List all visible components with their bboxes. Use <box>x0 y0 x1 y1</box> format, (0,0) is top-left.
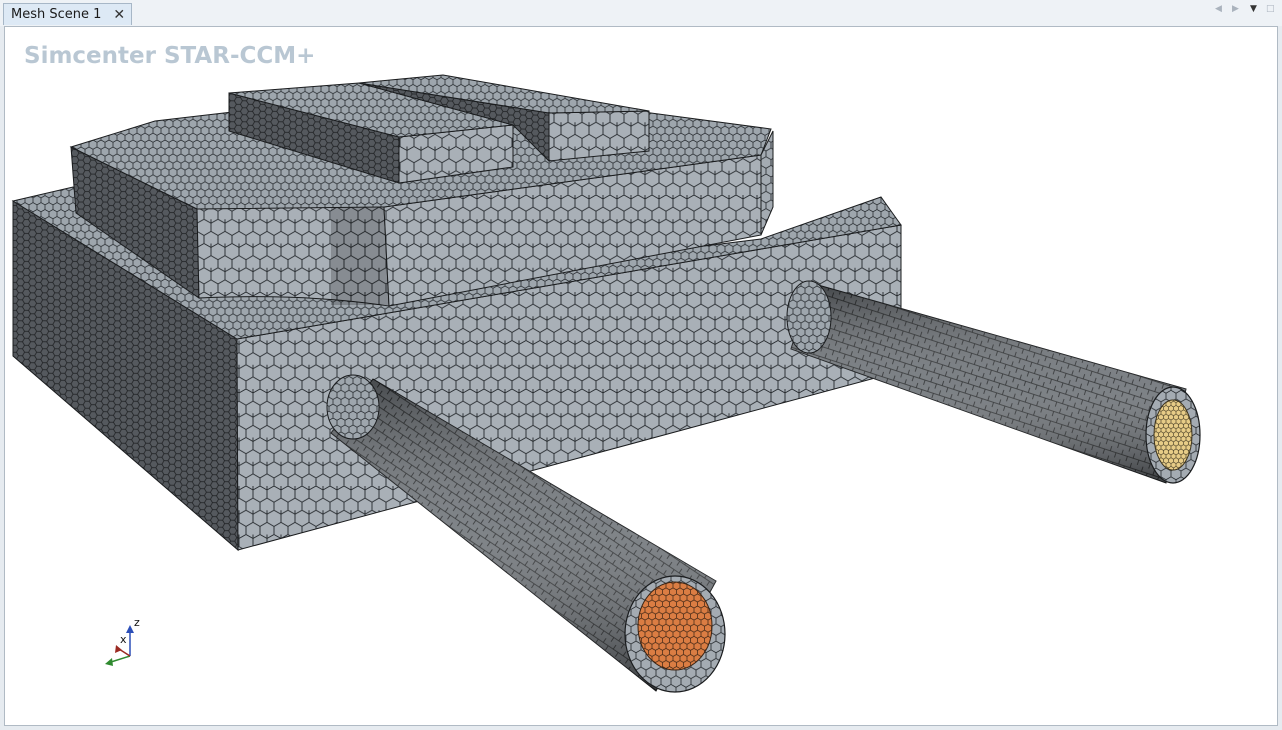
chevron-down-icon[interactable]: ▼ <box>1250 4 1257 14</box>
scroll-right-icon[interactable]: ▶ <box>1232 4 1239 14</box>
x-axis-label: x <box>120 633 127 646</box>
close-icon[interactable]: ✕ <box>113 8 125 22</box>
pipe-front-socket <box>326 374 380 440</box>
pipe-front-core <box>637 581 713 671</box>
y-axis-line <box>110 655 131 663</box>
y-axis-arrow <box>105 658 113 666</box>
tab-label: Mesh Scene 1 <box>11 7 102 22</box>
tab-mesh-scene-1[interactable]: Mesh Scene 1 ✕ <box>3 3 133 25</box>
axis-triad: z x <box>105 616 140 666</box>
pipe-right-socket <box>786 280 832 354</box>
x-axis-arrow <box>115 645 122 653</box>
mesh-scene: z x <box>11 74 1201 693</box>
z-axis-arrow <box>126 625 134 633</box>
mid-recess-shadow <box>331 207 389 305</box>
tab-bar: Mesh Scene 1 ✕ ◀ ▶ ▼ □ <box>0 0 1282 26</box>
scene-viewport[interactable]: Simcenter STAR-CCM+ z x <box>4 26 1278 726</box>
maximize-icon[interactable]: □ <box>1266 4 1275 14</box>
z-axis-label: z <box>134 616 140 629</box>
scroll-left-icon[interactable]: ◀ <box>1215 4 1222 14</box>
pipe-right-core <box>1153 399 1193 471</box>
